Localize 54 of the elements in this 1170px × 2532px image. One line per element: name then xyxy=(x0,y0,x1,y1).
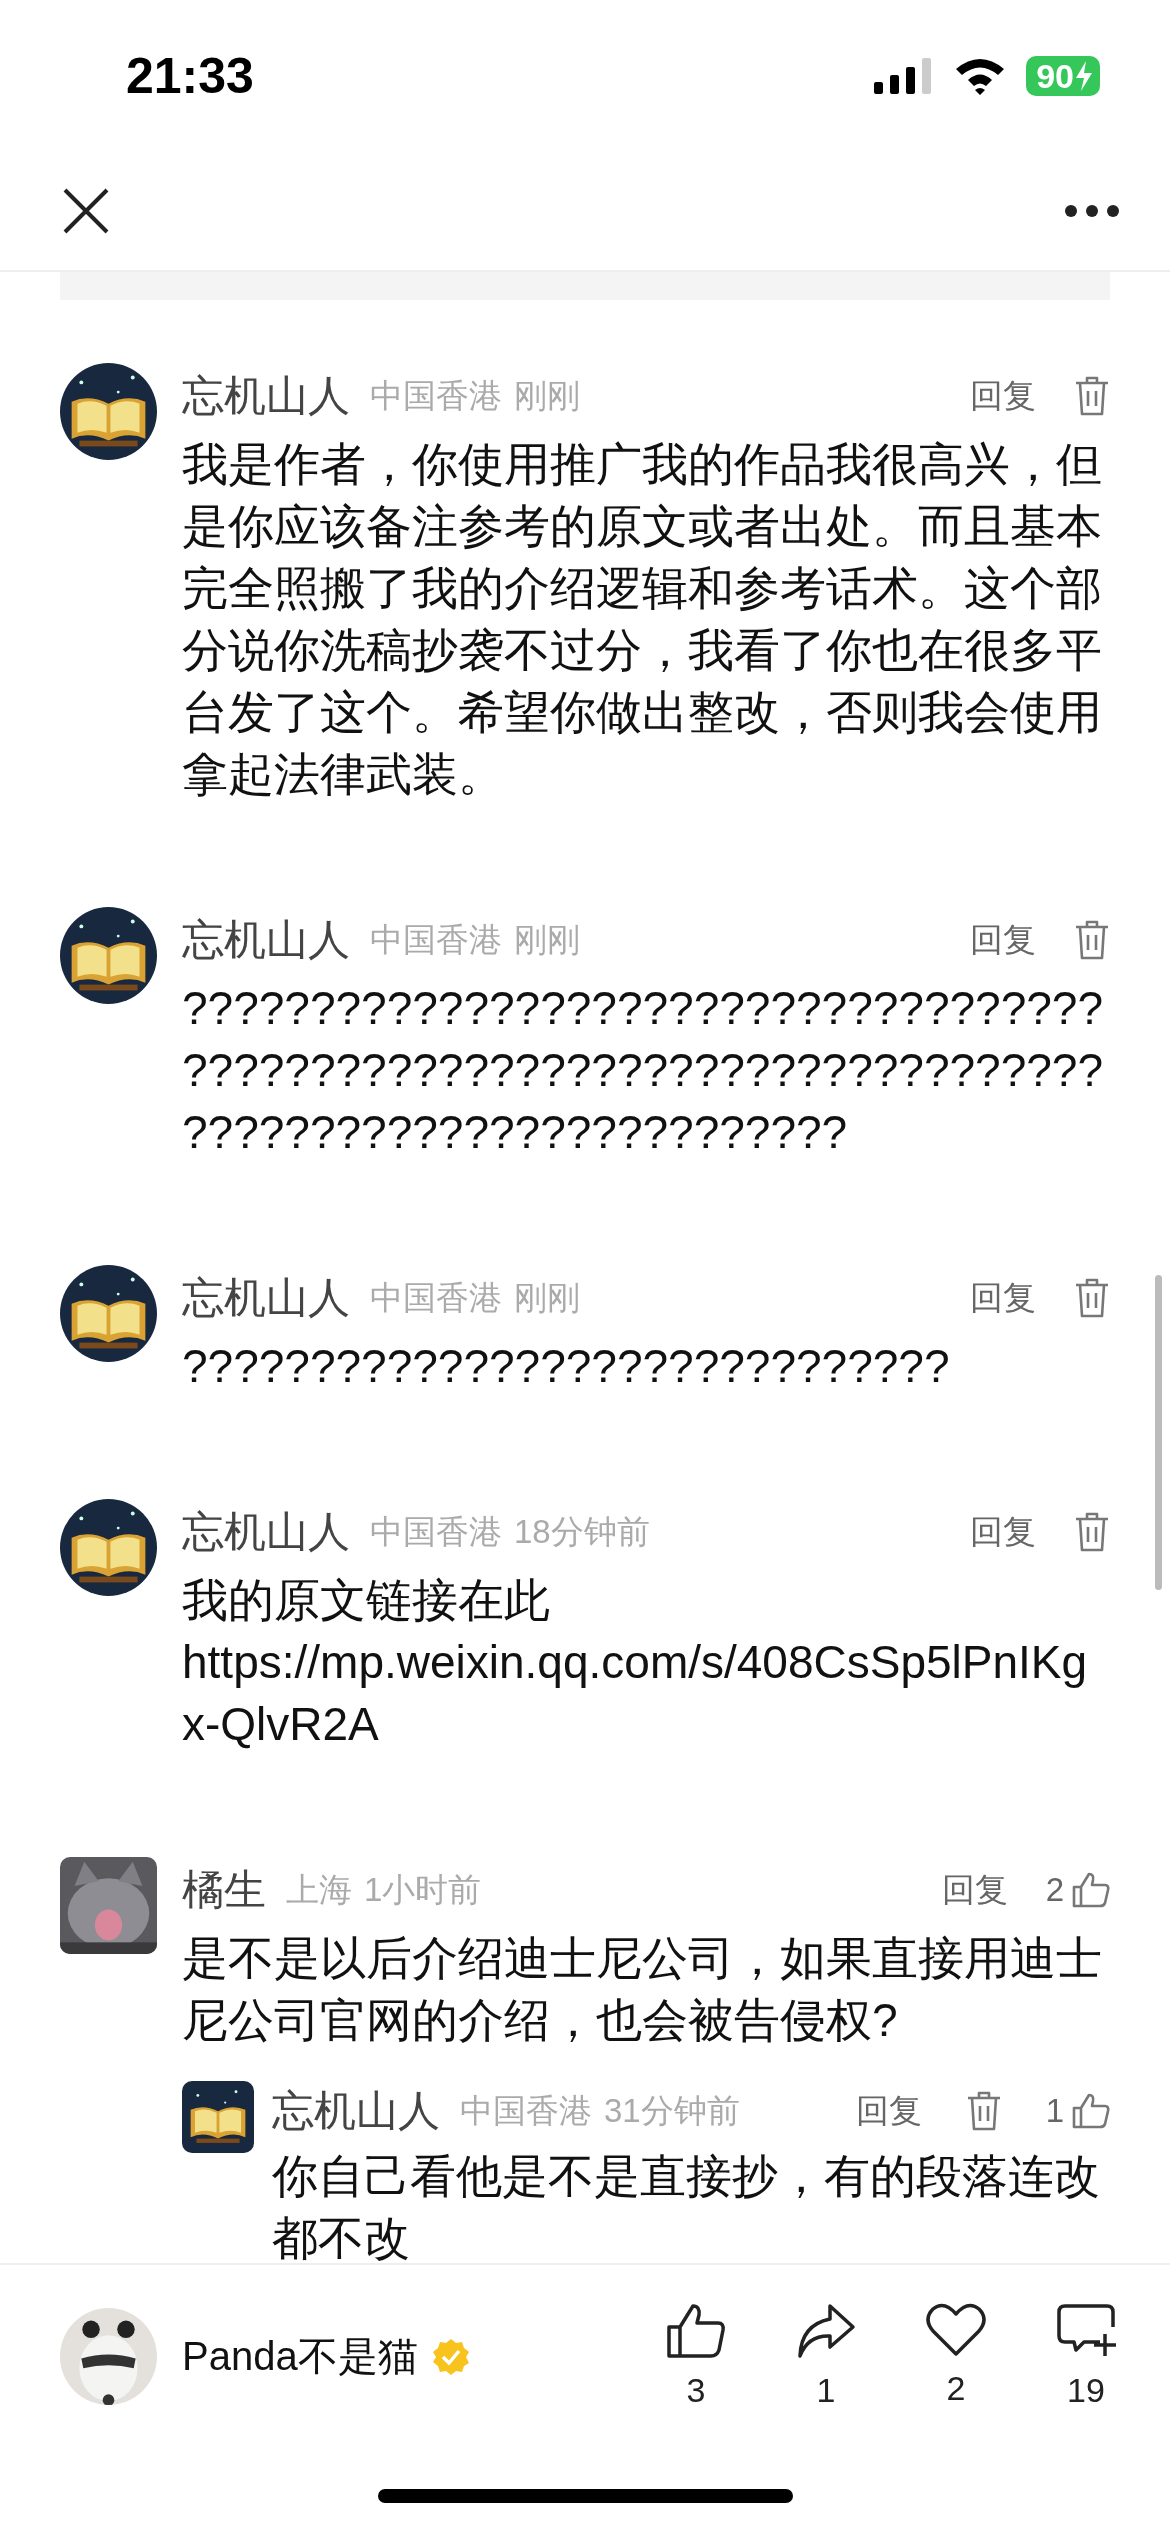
like-count: 2 xyxy=(1045,1871,1064,1909)
scrollbar[interactable] xyxy=(1155,1275,1162,1590)
delete-icon[interactable] xyxy=(1074,1512,1110,1552)
share-icon[interactable] xyxy=(796,2303,856,2359)
reply-button[interactable]: 回复 xyxy=(970,1509,1036,1555)
heart-icon[interactable] xyxy=(926,2303,986,2357)
comment-text: 你自己看他是不是直接抄，有的段落连改都不改 xyxy=(272,2149,1101,2263)
comment-text: 是不是以后介绍迪士尼公司，如果直接用迪士尼公司官网的介绍，也会被告侵权? xyxy=(182,1931,1103,2048)
like-count: 1 xyxy=(1045,2092,1064,2130)
battery-indicator: 90 xyxy=(1026,56,1100,96)
reply-button[interactable]: 回复 xyxy=(855,2088,922,2134)
comment-text: ?????????????????????????????????????????????????????????????????????????????????????????????????? xyxy=(182,981,1104,1160)
thumbs-up-icon[interactable] xyxy=(666,2303,726,2359)
delete-icon[interactable] xyxy=(1074,920,1110,960)
comment-location: 上海 xyxy=(286,1869,352,1910)
comment-text: 我是作者，你使用推广我的作品我很高兴，但是你应该备注参考的原文或者出处。而且基本完全照搬了我的介绍逻辑和参考话术。这个部分说你洗稿抄袭不过分，我看了你也在很多平台发了这个。希望你做出整改，否则我会使用拿起法律武装。 xyxy=(182,437,1103,802)
delete-icon[interactable] xyxy=(1074,1278,1110,1318)
author-name[interactable]: 忘机山人 xyxy=(182,1270,350,1326)
more-icon[interactable] xyxy=(1064,204,1120,218)
author-name[interactable]: Panda不是猫 xyxy=(182,2329,418,2384)
comment-location: 中国香港 xyxy=(370,375,502,416)
author-name[interactable]: 忘机山人 xyxy=(182,1504,350,1560)
wifi-icon xyxy=(954,57,1007,95)
author-name[interactable]: 忘机山人 xyxy=(182,368,350,424)
reply-button[interactable]: 回复 xyxy=(970,373,1036,419)
comment-location: 中国香港 xyxy=(370,1277,502,1318)
comment-time: 31分钟前 xyxy=(604,2090,740,2131)
comment-time: 18分钟前 xyxy=(514,1511,650,1552)
delete-icon[interactable] xyxy=(1074,376,1110,416)
author-name[interactable]: 橘生 xyxy=(182,1862,266,1918)
reply-button[interactable]: 回复 xyxy=(970,1275,1036,1321)
comment-location: 中国香港 xyxy=(370,1511,502,1552)
comment-location: 中国香港 xyxy=(370,919,502,960)
comment-time: 刚刚 xyxy=(514,375,580,416)
comment-time: 1小时前 xyxy=(364,1869,482,1910)
author-name[interactable]: 忘机山人 xyxy=(182,912,350,968)
comment-text: 我的原文链接在此 https://mp.weixin.qq.com/s/408CsSp5lPnIKgx-QlvR2A xyxy=(182,1573,1089,1752)
thumbs-up-icon[interactable] xyxy=(1072,1872,1110,1908)
comment-time: 刚刚 xyxy=(514,1277,580,1318)
thumbs-up-icon[interactable] xyxy=(1072,2093,1110,2129)
author-name[interactable]: 忘机山人 xyxy=(272,2083,440,2139)
action-count: 2 xyxy=(946,2369,966,2408)
delete-icon[interactable] xyxy=(965,2091,1002,2131)
status-time: 21:33 xyxy=(126,47,255,105)
action-count: 19 xyxy=(1067,2371,1105,2410)
action-count: 1 xyxy=(816,2371,836,2410)
comment-location: 中国香港 xyxy=(460,2090,592,2131)
comment-time: 刚刚 xyxy=(514,919,580,960)
reply-button[interactable]: 回复 xyxy=(970,917,1036,963)
comment-text: ?????????????????????????????? xyxy=(182,1339,951,1394)
close-icon[interactable] xyxy=(61,186,111,236)
reply-button[interactable]: 回复 xyxy=(941,1867,1008,1913)
action-count: 3 xyxy=(686,2371,706,2410)
add-comment-icon[interactable] xyxy=(1056,2303,1116,2359)
